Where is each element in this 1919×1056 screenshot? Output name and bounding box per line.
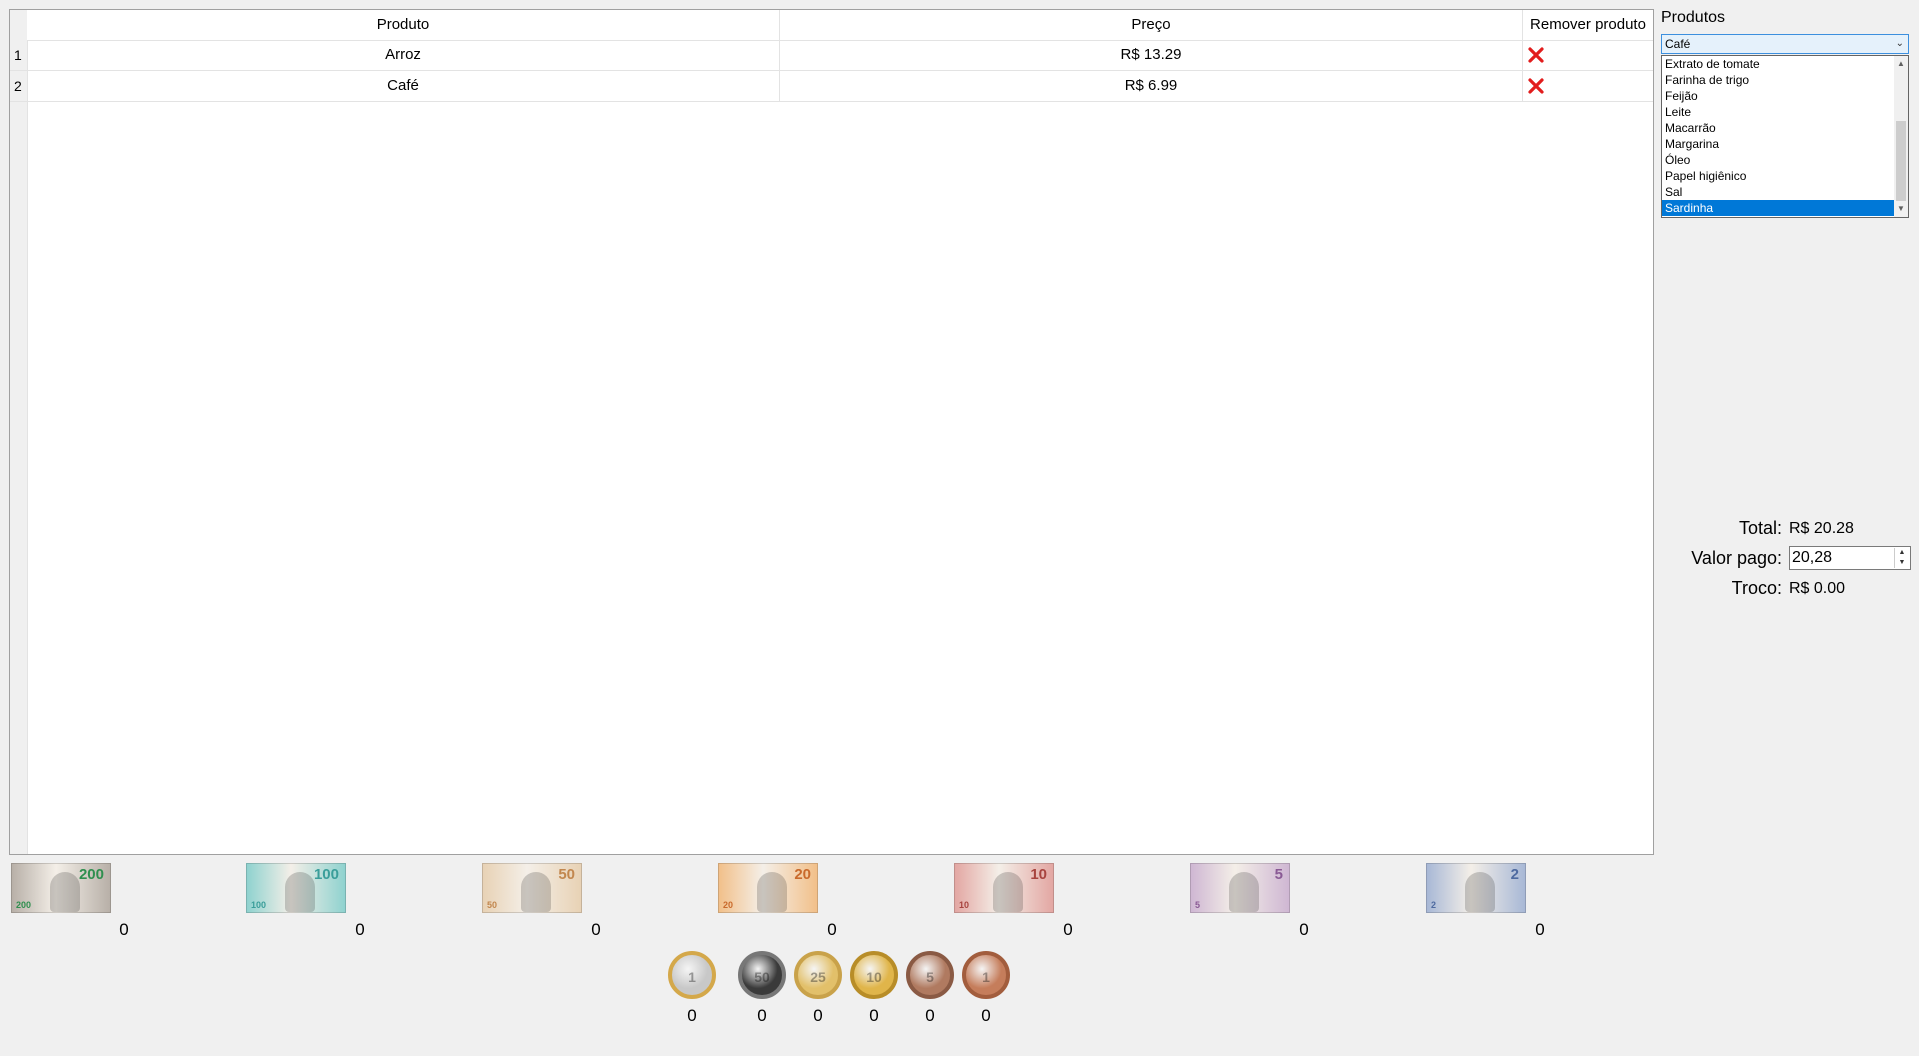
coin-2-icon[interactable]: 25 <box>794 951 842 999</box>
spin-buttons[interactable]: ▲ ▼ <box>1894 548 1909 568</box>
banknote-50-icon[interactable]: 50 50 <box>482 863 582 913</box>
banknote-denomination-small: 5 <box>1195 900 1201 910</box>
banknote-count: 0 <box>119 920 129 939</box>
banknote-200-icon[interactable]: 200 200 <box>11 863 111 913</box>
header-remove[interactable]: Remover produto <box>1523 10 1653 41</box>
coin-value: 25 <box>810 969 826 985</box>
dropdown-option[interactable]: Papel higiênico <box>1662 168 1895 184</box>
coin-4-icon[interactable]: 5 <box>906 951 954 999</box>
coin-count: 0 <box>981 1006 991 1025</box>
change-value: R$ 0.00 <box>1789 580 1846 597</box>
total-label: Total: <box>1738 518 1782 538</box>
banknote-denomination: 2 <box>1510 866 1519 883</box>
product-cell[interactable]: Arroz <box>27 40 780 70</box>
banknote-denomination: 5 <box>1274 866 1283 883</box>
coin-count: 0 <box>687 1006 697 1025</box>
portrait-icon <box>993 872 1023 912</box>
coin-count: 0 <box>813 1006 823 1025</box>
coin-0-icon[interactable]: 1 <box>668 951 716 999</box>
banknote-denomination: 20 <box>794 866 811 883</box>
banknote-denomination-small: 20 <box>723 900 734 910</box>
product-cell[interactable]: Café <box>27 71 780 101</box>
table-row[interactable]: 2 Café R$ 6.99 <box>10 71 1653 102</box>
banknote-10-icon[interactable]: 10 10 <box>954 863 1054 913</box>
row-number: 1 <box>14 47 22 63</box>
spin-up-icon[interactable]: ▲ <box>1895 548 1909 558</box>
portrait-icon <box>1465 872 1495 912</box>
dropdown-option[interactable]: Leite <box>1662 104 1895 120</box>
portrait-icon <box>757 872 787 912</box>
header-product[interactable]: Produto <box>27 10 780 41</box>
banknote-20-icon[interactable]: 20 20 <box>718 863 818 913</box>
banknote-5-icon[interactable]: 55 <box>1190 863 1290 913</box>
coin-value: 5 <box>926 969 934 985</box>
coin-value: 1 <box>982 969 990 985</box>
product-select-value: Café <box>1665 37 1691 51</box>
product-select[interactable]: Café ⌄ <box>1661 34 1909 54</box>
banknote-2-icon[interactable]: 22 <box>1426 863 1526 913</box>
remove-x-icon[interactable] <box>1527 77 1545 95</box>
row-header-column <box>10 10 28 854</box>
coin-1-icon[interactable]: 50 <box>738 951 786 999</box>
cart-table[interactable]: Produto Preço Remover produto 1 Arroz R$… <box>9 9 1654 855</box>
dropdown-option[interactable]: Sal <box>1662 184 1895 200</box>
banknote-count: 0 <box>1063 920 1073 939</box>
coin-3-icon[interactable]: 10 <box>850 951 898 999</box>
banknote-denomination-small: 2 <box>1431 900 1437 910</box>
paid-amount-value[interactable]: 20,28 <box>1792 549 1832 566</box>
dropdown-option-selected[interactable]: Sardinha <box>1662 200 1895 216</box>
banknote-count: 0 <box>1535 920 1545 939</box>
coin-5-icon[interactable]: 1 <box>962 951 1010 999</box>
coin-count: 0 <box>757 1006 767 1025</box>
portrait-icon <box>521 872 551 912</box>
remove-x-icon[interactable] <box>1527 46 1545 64</box>
banknote-denomination: 10 <box>1030 866 1047 883</box>
dropdown-option[interactable]: Margarina <box>1662 136 1895 152</box>
dropdown-option[interactable]: Extrato de tomate <box>1662 56 1895 72</box>
products-label: Produtos <box>1661 9 1726 26</box>
banknote-count: 0 <box>591 920 601 939</box>
spin-down-icon[interactable]: ▼ <box>1895 558 1909 568</box>
dropdown-scrollbar[interactable]: ▲ ▼ <box>1894 56 1908 217</box>
dropdown-option[interactable]: Farinha de trigo <box>1662 72 1895 88</box>
banknote-denomination: 100 <box>313 866 339 883</box>
price-cell[interactable]: R$ 13.29 <box>780 40 1523 70</box>
banknote-count: 0 <box>827 920 837 939</box>
banknote-count: 0 <box>355 920 365 939</box>
dropdown-option[interactable]: Óleo <box>1662 152 1895 168</box>
chevron-down-icon[interactable]: ⌄ <box>1896 35 1904 53</box>
scroll-up-icon[interactable]: ▲ <box>1896 58 1906 70</box>
table-row[interactable]: 1 Arroz R$ 13.29 <box>10 40 1653 71</box>
product-dropdown-list[interactable]: Extrato de tomate Farinha de trigo Feijã… <box>1661 55 1909 218</box>
scrollbar-thumb[interactable] <box>1896 121 1906 201</box>
paid-amount-spinbox[interactable]: 20,28 ▲ ▼ <box>1789 546 1911 570</box>
portrait-icon <box>1229 872 1259 912</box>
coin-value: 10 <box>866 969 882 985</box>
portrait-icon <box>285 872 315 912</box>
coin-value: 50 <box>754 969 770 985</box>
portrait-icon <box>50 872 80 912</box>
dropdown-option[interactable]: Feijão <box>1662 88 1895 104</box>
total-value: R$ 20.28 <box>1789 520 1854 537</box>
banknote-denomination: 200 <box>78 866 104 883</box>
header-price[interactable]: Preço <box>780 10 1523 41</box>
coin-value: 1 <box>688 969 696 985</box>
price-cell[interactable]: R$ 6.99 <box>780 71 1523 101</box>
banknote-denomination: 50 <box>558 866 575 883</box>
coin-count: 0 <box>869 1006 879 1025</box>
banknote-denomination-small: 100 <box>251 900 267 910</box>
banknote-count: 0 <box>1299 920 1309 939</box>
banknote-100-icon[interactable]: 100 100 <box>246 863 346 913</box>
dropdown-option[interactable]: Macarrão <box>1662 120 1895 136</box>
banknote-denomination-small: 200 <box>16 900 32 910</box>
change-label: Troco: <box>1731 578 1782 598</box>
banknote-denomination-small: 10 <box>959 900 970 910</box>
row-number: 2 <box>14 78 22 94</box>
coin-count: 0 <box>925 1006 935 1025</box>
paid-label: Valor pago: <box>1691 548 1782 568</box>
banknote-denomination-small: 50 <box>487 900 498 910</box>
scroll-down-icon[interactable]: ▼ <box>1896 203 1906 215</box>
